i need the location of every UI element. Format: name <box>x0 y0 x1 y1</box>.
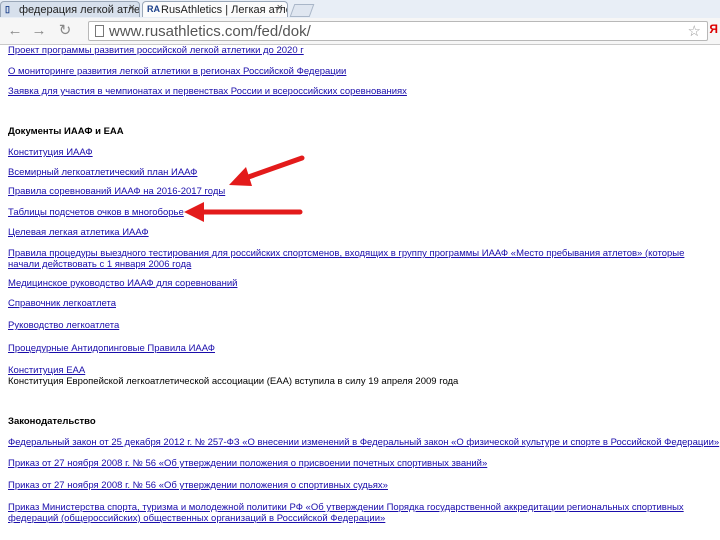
annotation-arrows <box>184 155 305 222</box>
red-arrow-icon <box>229 155 305 186</box>
red-arrow-icon <box>184 202 303 222</box>
